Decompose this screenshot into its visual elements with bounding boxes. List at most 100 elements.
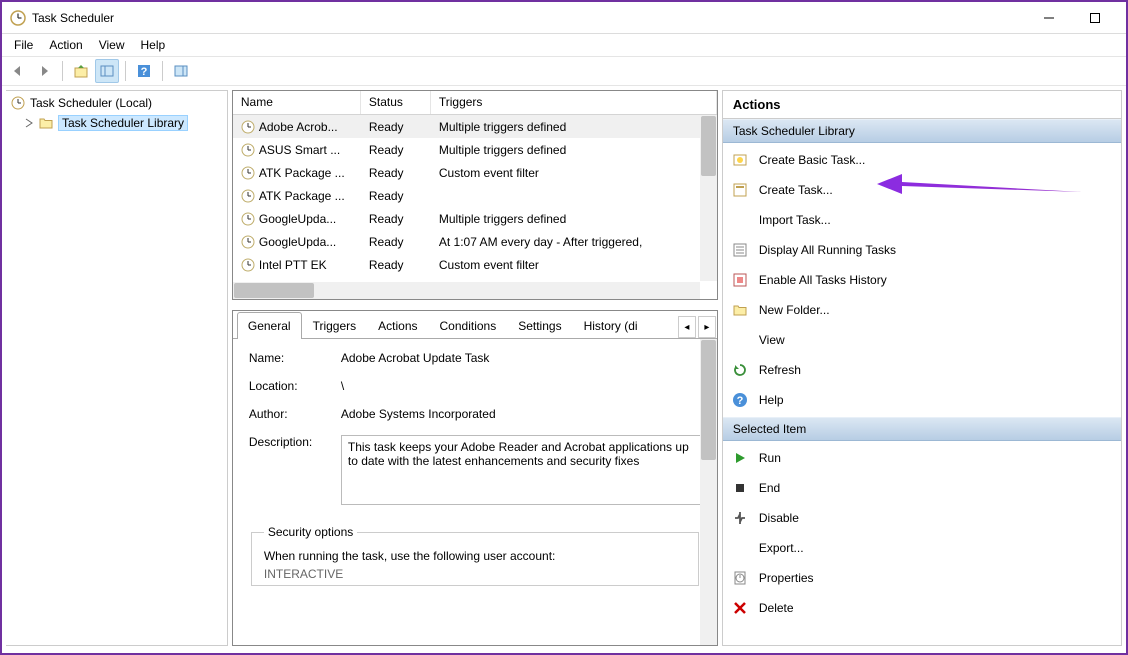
history-icon [731,271,749,289]
wizard-icon [731,151,749,169]
up-button[interactable] [69,59,93,83]
tab-settings[interactable]: Settings [507,312,572,339]
minimize-button[interactable] [1026,3,1072,33]
tab-next-button[interactable]: ▸ [698,316,716,338]
action-label: Properties [759,571,814,585]
menu-view[interactable]: View [91,36,133,54]
name-label: Name: [249,351,341,365]
stop-icon [731,479,749,497]
show-hide-console-tree-button[interactable] [95,59,119,83]
menubar: File Action View Help [2,34,1126,56]
action-label: Enable All Tasks History [759,273,887,287]
tree-library[interactable]: Task Scheduler Library [6,113,227,133]
blank-icon [731,539,749,557]
action-create-basic[interactable]: Create Basic Task... [723,145,1121,175]
show-hide-action-pane-button[interactable] [169,59,193,83]
action-label: Run [759,451,781,465]
actions-section-selected: Selected Item [723,417,1121,441]
task-icon [731,181,749,199]
tab-general[interactable]: General [237,312,302,339]
action-run[interactable]: Run [723,443,1121,473]
security-legend: Security options [264,525,357,539]
table-row[interactable]: Adobe Acrob...ReadyMultiple triggers def… [233,115,717,138]
menu-file[interactable]: File [6,36,41,54]
col-triggers[interactable]: Triggers [431,91,717,114]
table-row[interactable]: GoogleUpda...ReadyAt 1:07 AM every day -… [233,230,717,253]
action-display-running[interactable]: Display All Running Tasks [723,235,1121,265]
action-refresh[interactable]: Refresh [723,355,1121,385]
properties-icon [731,569,749,587]
table-row[interactable]: ATK Package ...Ready [233,184,717,207]
tab-triggers[interactable]: Triggers [302,312,368,339]
app-icon [10,10,26,26]
menu-action[interactable]: Action [41,36,90,54]
action-enable-history[interactable]: Enable All Tasks History [723,265,1121,295]
security-line1: When running the task, use the following… [264,549,686,563]
help-toolbar-button[interactable]: ? [132,59,156,83]
table-row[interactable]: ATK Package ...ReadyCustom event filter [233,161,717,184]
svg-text:?: ? [736,395,743,407]
action-label: Display All Running Tasks [759,243,896,257]
action-properties[interactable]: Properties [723,563,1121,593]
task-grid: Name Status Triggers Adobe Acrob...Ready… [232,90,718,300]
help-icon: ? [731,391,749,409]
tab-conditions[interactable]: Conditions [429,312,508,339]
col-name[interactable]: Name [233,91,361,114]
action-label: Import Task... [759,213,831,227]
action-label: Export... [759,541,804,555]
table-row[interactable]: GoogleUpda...ReadyMultiple triggers defi… [233,207,717,230]
refresh-icon [731,361,749,379]
blank-icon [731,331,749,349]
action-export[interactable]: Export... [723,533,1121,563]
location-value: \ [341,379,701,393]
location-label: Location: [249,379,341,393]
back-button[interactable] [6,59,30,83]
action-view[interactable]: View [723,325,1121,355]
action-delete[interactable]: Delete [723,593,1121,623]
folder-icon [38,115,54,131]
action-label: Disable [759,511,799,525]
actions-title: Actions [723,91,1121,119]
actions-pane: Actions Task Scheduler Library Create Ba… [722,90,1122,646]
table-row[interactable]: Intel PTT EKReadyCustom event filter [233,253,717,275]
action-import-task[interactable]: Import Task... [723,205,1121,235]
tree-pane: Task Scheduler (Local) Task Scheduler Li… [6,90,228,646]
disable-icon [731,509,749,527]
details-scrollbar[interactable] [700,339,717,645]
task-details: General Triggers Actions Conditions Sett… [232,310,718,646]
maximize-button[interactable] [1072,3,1118,33]
svg-text:?: ? [141,66,148,78]
tab-actions[interactable]: Actions [367,312,428,339]
titlebar: Task Scheduler [2,2,1126,34]
blank-icon [731,211,749,229]
action-help[interactable]: ? Help [723,385,1121,415]
action-label: Help [759,393,784,407]
grid-scrollbar-v[interactable] [700,115,717,281]
center-pane: Name Status Triggers Adobe Acrob...Ready… [232,90,718,646]
list-icon [731,241,749,259]
action-disable[interactable]: Disable [723,503,1121,533]
action-label: End [759,481,780,495]
description-value[interactable] [341,435,701,505]
tab-history[interactable]: History (di [573,312,649,339]
folder-icon [731,301,749,319]
author-value: Adobe Systems Incorporated [341,407,701,421]
forward-button[interactable] [32,59,56,83]
action-end[interactable]: End [723,473,1121,503]
tab-prev-button[interactable]: ◂ [678,316,696,338]
actions-section-library: Task Scheduler Library [723,119,1121,143]
action-new-folder[interactable]: New Folder... [723,295,1121,325]
tree-root[interactable]: Task Scheduler (Local) [6,93,227,113]
grid-scrollbar-h[interactable] [233,282,700,299]
description-label: Description: [249,435,341,505]
action-label: Create Task... [759,183,833,197]
author-label: Author: [249,407,341,421]
tree-root-label: Task Scheduler (Local) [30,96,152,110]
chevron-right-icon [24,118,34,128]
menu-help[interactable]: Help [133,36,174,54]
table-row[interactable]: ASUS Smart ...ReadyMultiple triggers def… [233,138,717,161]
action-create-task[interactable]: Create Task... [723,175,1121,205]
security-line2: INTERACTIVE [264,567,686,581]
action-label: Delete [759,601,794,615]
col-status[interactable]: Status [361,91,431,114]
